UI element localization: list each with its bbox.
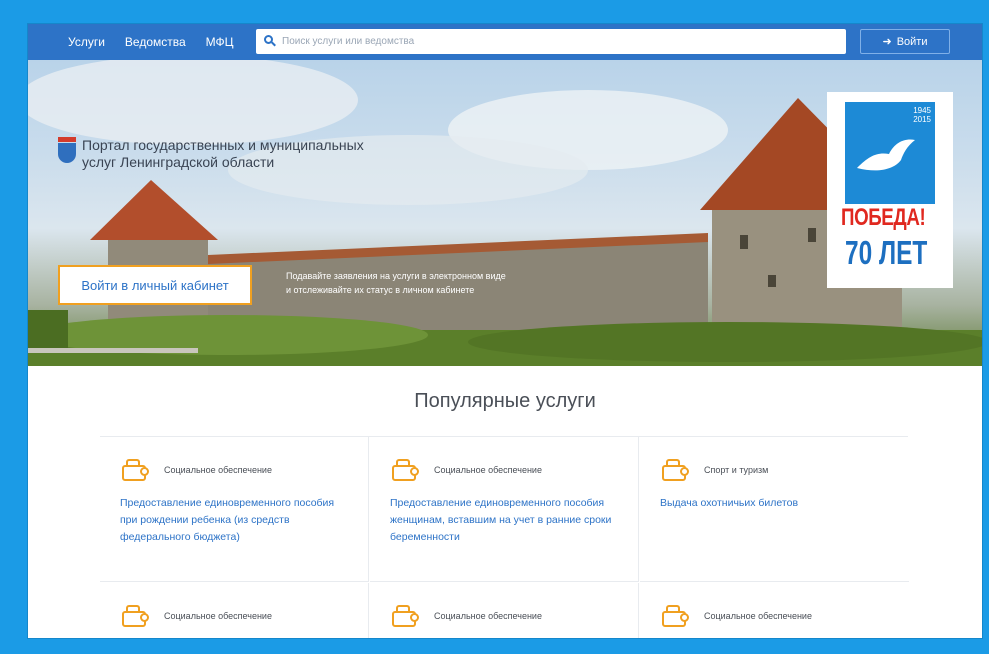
- service-card: Социальное обеспечение: [100, 583, 369, 638]
- victory-years-count: 70 ЛЕТ: [845, 234, 928, 271]
- nav-mfc[interactable]: МФЦ: [196, 35, 244, 49]
- service-card: Социальное обеспечение Предоставление ед…: [370, 437, 639, 582]
- victory-word: ПОБЕДА!: [841, 204, 926, 231]
- hero-banner: Портал государственных и муниципальных у…: [28, 60, 982, 366]
- popular-services-grid: Социальное обеспечение Предоставление ед…: [100, 436, 909, 638]
- service-link[interactable]: Предоставление единовременного пособия п…: [120, 495, 350, 546]
- victory-blue-panel: 1945 2015: [845, 102, 935, 204]
- service-card: Социальное обеспечение: [370, 583, 639, 638]
- top-navigation: Услуги Ведомства МФЦ ➜ Войти: [28, 24, 982, 60]
- portal-title: Портал государственных и муниципальных у…: [82, 137, 364, 170]
- service-card: Социальное обеспечение: [640, 583, 909, 638]
- wallet-icon: [120, 605, 154, 627]
- nav-services[interactable]: Услуги: [58, 35, 115, 49]
- service-category: Спорт и туризм: [704, 465, 769, 475]
- popular-services-title: Популярные услуги: [414, 390, 596, 412]
- service-category: Социальное обеспечение: [434, 611, 542, 621]
- nav-departments[interactable]: Ведомства: [115, 35, 196, 49]
- portal-brand[interactable]: Портал государственных и муниципальных у…: [58, 137, 364, 171]
- browser-viewport: Услуги Ведомства МФЦ ➜ Войти: [28, 24, 982, 638]
- hero-description: Подавайте заявления на услуги в электрон…: [286, 271, 506, 295]
- victory-years: 1945 2015: [913, 106, 931, 124]
- wallet-icon: [390, 459, 424, 481]
- service-link[interactable]: Выдача охотничьих билетов: [660, 495, 890, 512]
- service-category: Социальное обеспечение: [434, 465, 542, 475]
- service-card: Социальное обеспечение Предоставление ед…: [100, 437, 369, 582]
- victory-banner[interactable]: 1945 2015 ПОБЕДА! 70 ЛЕТ: [827, 92, 953, 288]
- search-icon[interactable]: [256, 29, 282, 54]
- login-icon: ➜: [882, 36, 892, 48]
- personal-cabinet-button[interactable]: Войти в личный кабинет: [58, 265, 252, 305]
- login-button[interactable]: ➜ Войти: [860, 29, 950, 54]
- login-label: Войти: [896, 35, 928, 48]
- dove-icon: [857, 139, 915, 171]
- coat-of-arms-icon: [58, 137, 76, 165]
- service-link[interactable]: Предоставление единовременного пособия ж…: [390, 495, 620, 546]
- search-input[interactable]: [282, 29, 846, 54]
- service-category: Социальное обеспечение: [164, 465, 272, 475]
- wallet-icon: [660, 605, 694, 627]
- service-category: Социальное обеспечение: [704, 611, 812, 621]
- search-bar: [256, 29, 846, 54]
- luggage-icon: [660, 459, 694, 481]
- wallet-icon: [390, 605, 424, 627]
- service-category: Социальное обеспечение: [164, 611, 272, 621]
- service-card: Спорт и туризм Выдача охотничьих билетов: [640, 437, 909, 582]
- wallet-icon: [120, 459, 154, 481]
